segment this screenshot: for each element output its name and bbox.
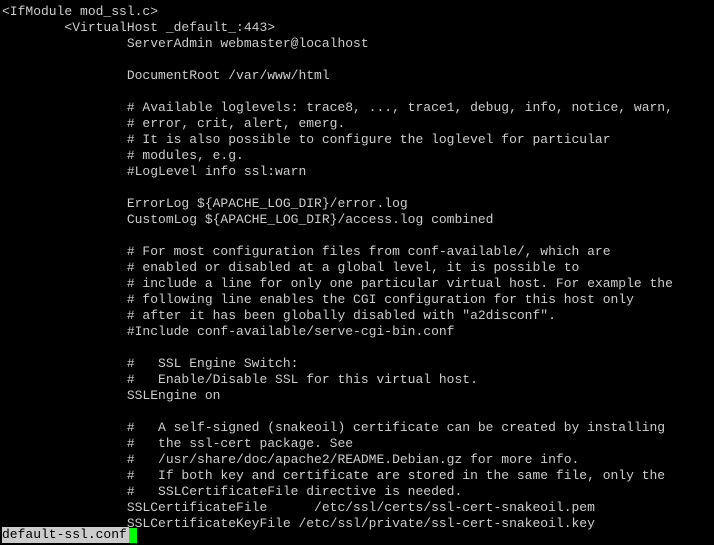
config-line: # the ssl-cert package. See bbox=[2, 436, 712, 452]
config-line: # enabled or disabled at a global level,… bbox=[2, 260, 712, 276]
config-line: SSLEngine on bbox=[2, 388, 712, 404]
config-line bbox=[2, 228, 712, 244]
cursor bbox=[129, 528, 137, 543]
config-line bbox=[2, 180, 712, 196]
config-line: CustomLog ${APACHE_LOG_DIR}/access.log c… bbox=[2, 212, 712, 228]
config-line bbox=[2, 52, 712, 68]
status-filename: default-ssl.conf bbox=[2, 527, 129, 543]
status-bar: default-ssl.conf bbox=[2, 527, 137, 543]
config-line: # after it has been globally disabled wi… bbox=[2, 308, 712, 324]
config-line bbox=[2, 84, 712, 100]
config-line: # Enable/Disable SSL for this virtual ho… bbox=[2, 372, 712, 388]
config-line: #Include conf-available/serve-cgi-bin.co… bbox=[2, 324, 712, 340]
config-line: <VirtualHost _default_:443> bbox=[2, 20, 712, 36]
config-line: #LogLevel info ssl:warn bbox=[2, 164, 712, 180]
config-line: SSLCertificateFile /etc/ssl/certs/ssl-ce… bbox=[2, 500, 712, 516]
terminal-window: <IfModule mod_ssl.c> <VirtualHost _defau… bbox=[0, 0, 714, 545]
config-line: # include a line for only one particular… bbox=[2, 276, 712, 292]
config-line: ErrorLog ${APACHE_LOG_DIR}/error.log bbox=[2, 196, 712, 212]
config-line: # modules, e.g. bbox=[2, 148, 712, 164]
config-line: # If both key and certificate are stored… bbox=[2, 468, 712, 484]
config-line: # SSL Engine Switch: bbox=[2, 356, 712, 372]
config-line: # error, crit, alert, emerg. bbox=[2, 116, 712, 132]
config-line: # following line enables the CGI configu… bbox=[2, 292, 712, 308]
file-content: <IfModule mod_ssl.c> <VirtualHost _defau… bbox=[2, 4, 712, 532]
config-line: <IfModule mod_ssl.c> bbox=[2, 4, 712, 20]
config-line: # Available loglevels: trace8, ..., trac… bbox=[2, 100, 712, 116]
config-line bbox=[2, 404, 712, 420]
config-line: # A self-signed (snakeoil) certificate c… bbox=[2, 420, 712, 436]
config-line: DocumentRoot /var/www/html bbox=[2, 68, 712, 84]
config-line: # /usr/share/doc/apache2/README.Debian.g… bbox=[2, 452, 712, 468]
config-line: ServerAdmin webmaster@localhost bbox=[2, 36, 712, 52]
config-line: # SSLCertificateFile directive is needed… bbox=[2, 484, 712, 500]
config-line bbox=[2, 340, 712, 356]
config-line: # It is also possible to configure the l… bbox=[2, 132, 712, 148]
config-line: # For most configuration files from conf… bbox=[2, 244, 712, 260]
